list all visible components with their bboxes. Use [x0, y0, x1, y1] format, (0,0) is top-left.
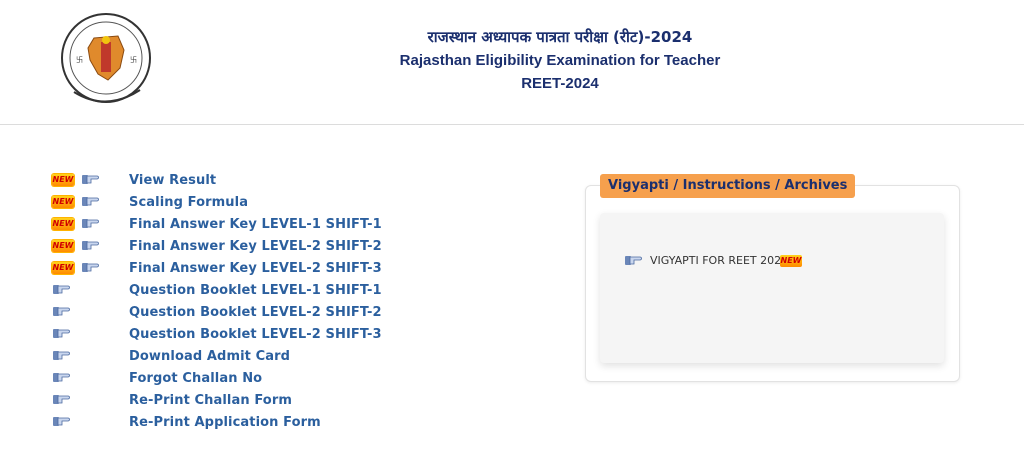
quick-links-list: NEW View Result NEW Scaling Formula NEW Final… — [52, 171, 472, 435]
svg-text:卐: 卐 — [76, 56, 83, 64]
link-label[interactable]: Question Booklet LEVEL-2 SHIFT-2 — [129, 305, 382, 320]
vigyapti-panel-title: Vigyapti / Instructions / Archives — [600, 174, 856, 198]
link-row[interactable]: Download Admit Card — [52, 347, 472, 369]
link-row[interactable]: Question Booklet LEVEL-2 SHIFT-3 — [52, 325, 472, 347]
pointing-hand-icon — [82, 219, 99, 228]
link-row[interactable]: NEW Final Answer Key LEVEL-1 SHIFT-1 — [52, 215, 472, 237]
link-label[interactable]: Final Answer Key LEVEL-2 SHIFT-2 — [129, 239, 382, 254]
link-row[interactable]: NEW View Result — [52, 171, 472, 193]
link-label[interactable]: Final Answer Key LEVEL-1 SHIFT-1 — [129, 217, 382, 232]
link-row[interactable]: Forgot Challan No — [52, 369, 472, 391]
pointing-hand-icon — [53, 417, 70, 426]
svg-text:卐: 卐 — [130, 56, 137, 64]
pointing-hand-icon — [53, 329, 70, 338]
pointing-hand-icon — [53, 285, 70, 294]
new-badge-icon: NEW — [52, 196, 74, 208]
new-badge-icon: NEW — [52, 240, 74, 252]
link-row[interactable]: Question Booklet LEVEL-2 SHIFT-2 — [52, 303, 472, 325]
pointing-hand-icon — [53, 373, 70, 382]
link-row[interactable]: NEW Scaling Formula — [52, 193, 472, 215]
link-label[interactable]: Question Booklet LEVEL-2 SHIFT-3 — [129, 327, 382, 342]
page-title-english: Rajasthan Eligibility Examination for Te… — [399, 52, 721, 69]
pointing-hand-icon — [53, 307, 70, 316]
link-row[interactable]: NEW Final Answer Key LEVEL-2 SHIFT-3 — [52, 259, 472, 281]
vigyapti-item-label[interactable]: VIGYAPTI FOR REET 2024 — [650, 254, 788, 267]
new-badge-icon: NEW — [52, 262, 74, 274]
pointing-hand-icon — [53, 351, 70, 360]
link-label[interactable]: Download Admit Card — [129, 349, 290, 364]
page-subtitle: REET-2024 — [521, 75, 599, 92]
page-title-hindi: राजस्थान अध्यापक पात्रता परीक्षा (रीट)-2… — [427, 28, 693, 46]
pointing-hand-icon — [82, 241, 99, 250]
link-label[interactable]: Final Answer Key LEVEL-2 SHIFT-3 — [129, 261, 382, 276]
pointing-hand-icon — [625, 256, 642, 265]
page-header: 卐 卐 राजस्थान अध्यापक पात्रता परीक्षा (री… — [0, 0, 1024, 125]
link-row[interactable]: NEW Final Answer Key LEVEL-2 SHIFT-2 — [52, 237, 472, 259]
pointing-hand-icon — [53, 395, 70, 404]
link-label[interactable]: View Result — [129, 173, 216, 188]
link-label[interactable]: Scaling Formula — [129, 195, 248, 210]
link-row[interactable]: Re-Print Challan Form — [52, 391, 472, 413]
new-badge-icon: NEW — [52, 218, 74, 230]
new-badge-icon: NEW — [52, 174, 74, 186]
link-label[interactable]: Forgot Challan No — [129, 371, 262, 386]
pointing-hand-icon — [82, 197, 99, 206]
link-row[interactable]: Question Booklet LEVEL-1 SHIFT-1 — [52, 281, 472, 303]
new-badge-icon: NEW — [780, 255, 802, 267]
link-label[interactable]: Question Booklet LEVEL-1 SHIFT-1 — [129, 283, 382, 298]
pointing-hand-icon — [82, 175, 99, 184]
header-titles: राजस्थान अध्यापक पात्रता परीक्षा (रीट)-2… — [380, 26, 740, 95]
board-emblem-logo: 卐 卐 — [61, 13, 151, 103]
link-label[interactable]: Re-Print Application Form — [129, 415, 321, 430]
vigyapti-panel-body — [600, 213, 944, 363]
link-label[interactable]: Re-Print Challan Form — [129, 393, 292, 408]
link-row[interactable]: Re-Print Application Form — [52, 413, 472, 435]
pointing-hand-icon — [82, 263, 99, 272]
